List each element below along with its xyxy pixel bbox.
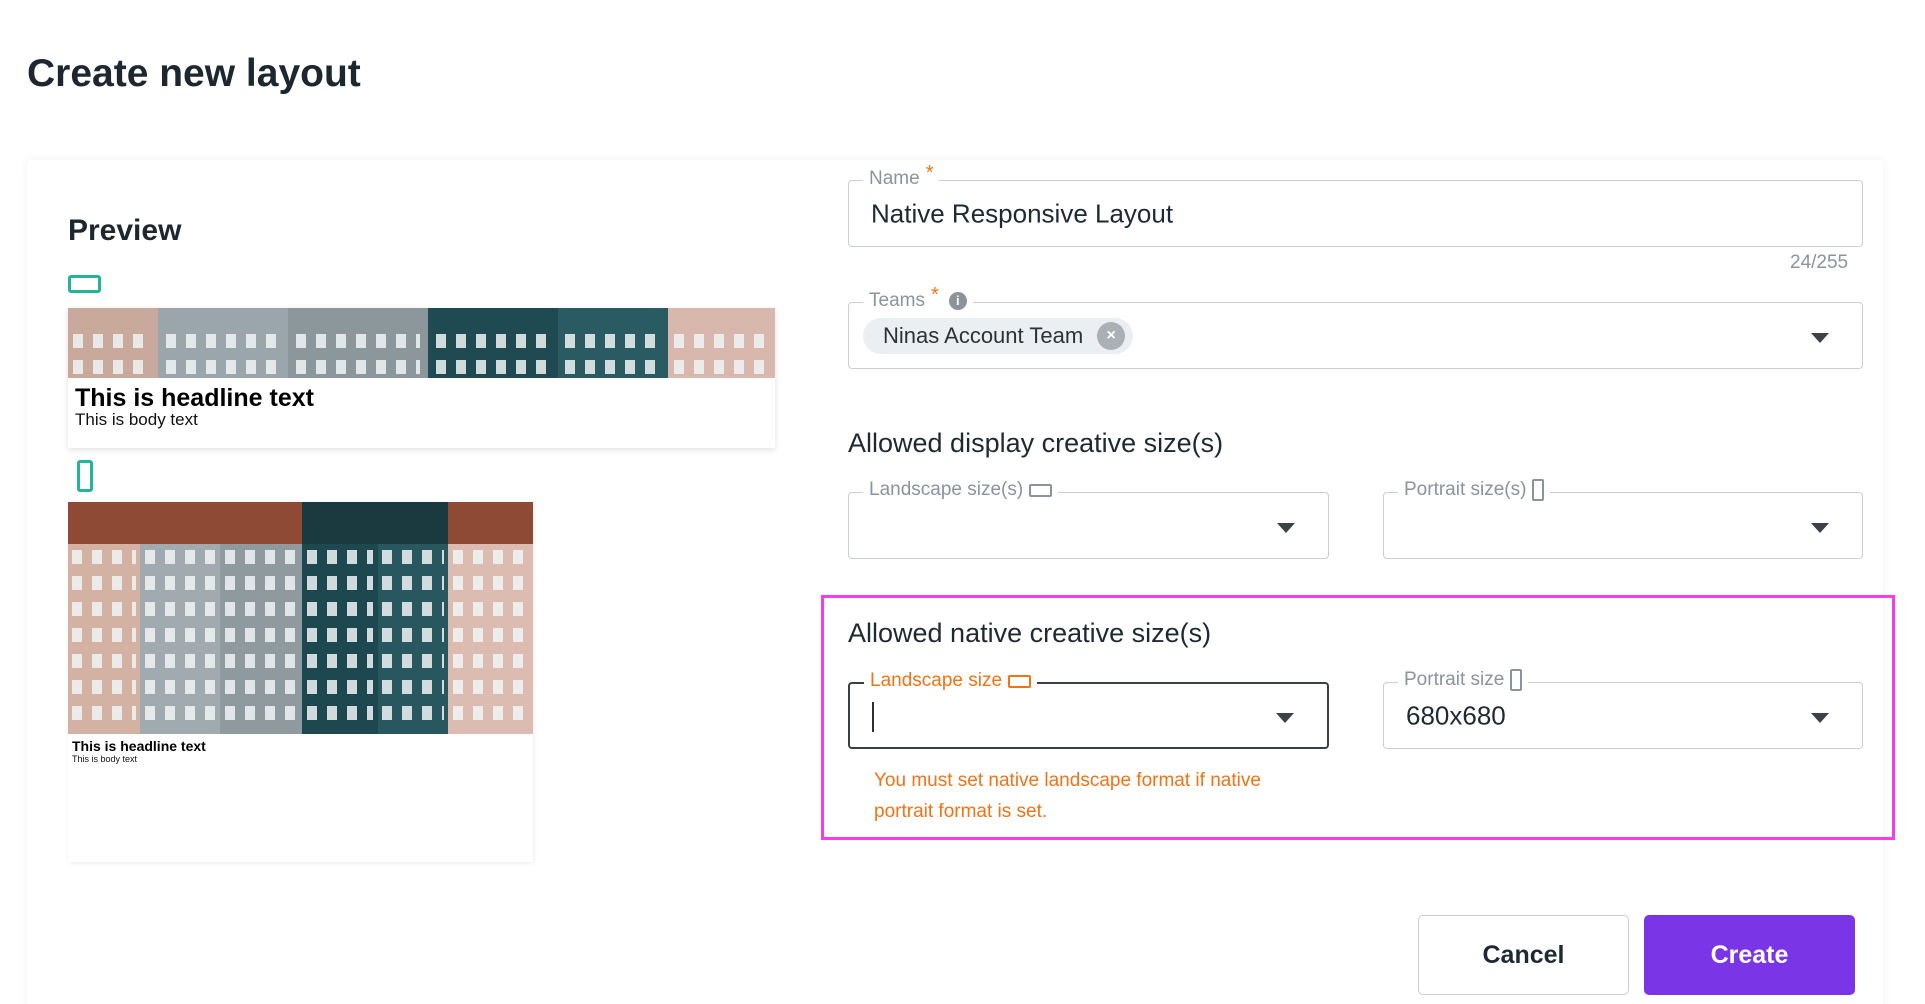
portrait-preview-body: This is body text <box>72 754 138 764</box>
portrait-preview-image <box>68 502 533 734</box>
landscape-preview-body: This is body text <box>75 410 198 429</box>
text-cursor <box>872 702 874 732</box>
team-chip-label: Ninas Account Team <box>883 323 1084 348</box>
landscape-icon <box>1008 674 1032 688</box>
native-sizes-heading: Allowed native creative size(s) <box>848 618 1212 648</box>
native-landscape-size-select[interactable]: Landscape size <box>848 670 1329 749</box>
required-asterisk: * <box>930 284 939 306</box>
create-button[interactable]: Create <box>1644 915 1855 995</box>
chevron-down-icon[interactable] <box>1811 712 1829 723</box>
native-portrait-value[interactable]: 680x680 <box>1406 700 1506 731</box>
teams-select[interactable]: Teams * i Ninas Account Team × <box>848 284 1863 369</box>
required-asterisk: * <box>925 162 934 184</box>
landscape-preview-image <box>68 308 775 378</box>
portrait-icon <box>1532 479 1545 501</box>
chevron-down-icon[interactable] <box>1811 332 1829 343</box>
display-landscape-label: Landscape size(s) <box>863 479 1059 501</box>
chip-remove-icon[interactable]: × <box>1097 322 1126 350</box>
chevron-down-icon[interactable] <box>1277 522 1295 533</box>
portrait-preview-headline: This is headline text <box>72 738 206 754</box>
display-landscape-size-select[interactable]: Landscape size(s) <box>848 479 1329 559</box>
chevron-down-icon[interactable] <box>1276 712 1294 723</box>
native-portrait-size-select[interactable]: Portrait size 680x680 <box>1383 669 1863 749</box>
portrait-preview-card: This is headline text This is body text <box>68 502 533 862</box>
display-portrait-size-select[interactable]: Portrait size(s) <box>1383 479 1863 559</box>
landscape-icon <box>1029 483 1053 497</box>
portrait-icon <box>1510 669 1523 691</box>
info-icon[interactable]: i <box>948 291 967 310</box>
name-field-label: Name * <box>863 162 940 190</box>
landscape-preview-headline: This is headline text <box>75 384 314 412</box>
preview-title: Preview <box>68 214 182 247</box>
chevron-down-icon[interactable] <box>1811 522 1829 533</box>
display-sizes-heading: Allowed display creative size(s) <box>848 428 1224 458</box>
display-portrait-label: Portrait size(s) <box>1398 479 1551 501</box>
native-landscape-label: Landscape size <box>864 670 1038 692</box>
native-portrait-label: Portrait size <box>1398 669 1529 691</box>
landscape-orientation-icon <box>68 275 101 293</box>
name-character-counter: 24/255 <box>1790 252 1849 273</box>
native-size-error-message: You must set native landscape format if … <box>874 770 1261 822</box>
name-field[interactable]: Name * Native Responsive Layout <box>848 162 1863 247</box>
teams-field-label: Teams * i <box>863 284 973 312</box>
cancel-button[interactable]: Cancel <box>1418 915 1629 995</box>
portrait-orientation-icon <box>77 460 93 492</box>
name-input-value[interactable]: Native Responsive Layout <box>871 198 1173 229</box>
team-chip: Ninas Account Team × <box>863 318 1134 354</box>
landscape-preview-card: This is headline text This is body text <box>68 308 775 448</box>
page-title: Create new layout <box>27 52 361 95</box>
